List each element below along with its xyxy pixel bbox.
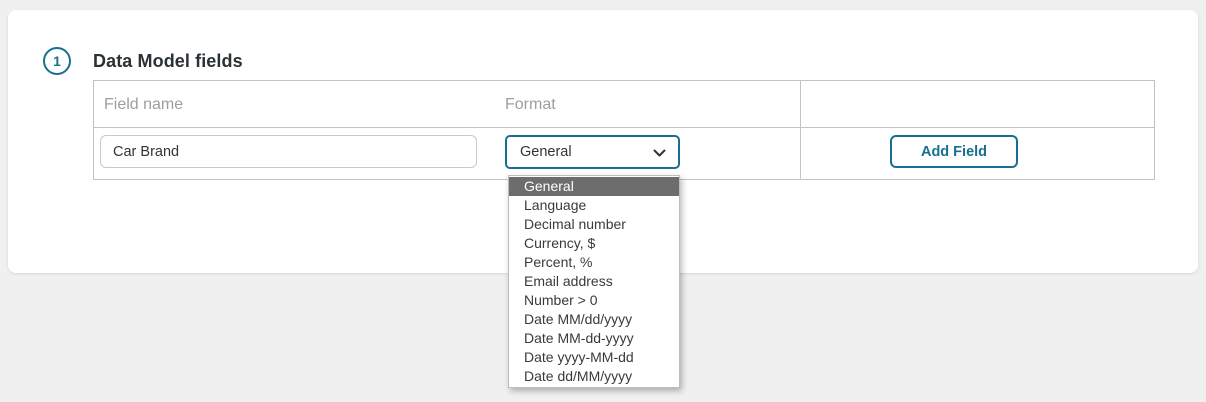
page-background: { "section": { "step_number": "1", "titl… [0, 0, 1206, 402]
column-divider [800, 81, 801, 179]
dropdown-option[interactable]: Email address [509, 272, 679, 291]
add-field-button[interactable]: Add Field [890, 135, 1018, 168]
format-select[interactable]: General [505, 135, 680, 169]
dropdown-option[interactable]: Currency, $ [509, 234, 679, 253]
dropdown-option[interactable]: Date MM/dd/yyyy [509, 310, 679, 329]
dropdown-option[interactable]: Number > 0 [509, 291, 679, 310]
dropdown-option[interactable]: General [509, 177, 679, 196]
dropdown-option[interactable]: Date yyyy-MM-dd [509, 348, 679, 367]
dropdown-option[interactable]: Language [509, 196, 679, 215]
dropdown-option[interactable]: Date dd/MM/yyyy [509, 367, 679, 386]
dropdown-option[interactable]: Decimal number [509, 215, 679, 234]
table-header-row: Field name Format [94, 81, 1154, 128]
field-name-column-header: Field name [104, 81, 183, 128]
chevron-down-icon [653, 149, 666, 158]
format-select-value: General [520, 144, 572, 160]
format-dropdown-list: GeneralLanguageDecimal numberCurrency, $… [508, 175, 680, 388]
step-number-label: 1 [53, 53, 61, 69]
field-name-input[interactable] [100, 135, 477, 168]
table-row: General Add Field [94, 128, 1154, 179]
dropdown-option[interactable]: Percent, % [509, 253, 679, 272]
fields-table: Field name Format General Add Field [93, 80, 1155, 180]
section-title: Data Model fields [93, 51, 243, 72]
step-number-badge: 1 [43, 47, 71, 75]
dropdown-option[interactable]: Date MM-dd-yyyy [509, 329, 679, 348]
format-column-header: Format [505, 81, 556, 128]
